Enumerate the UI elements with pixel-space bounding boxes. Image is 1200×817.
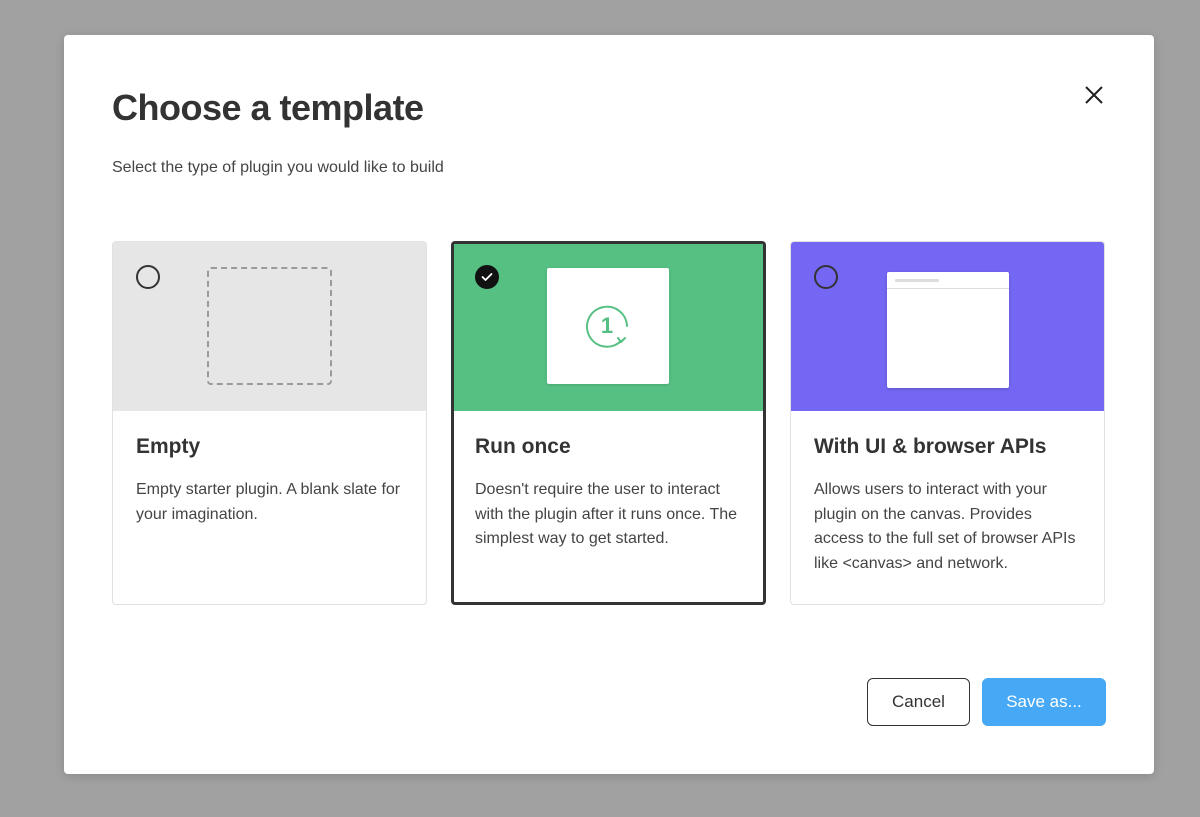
close-icon — [1085, 86, 1103, 104]
template-card-with-ui[interactable]: With UI & browser APIs Allows users to i… — [790, 241, 1105, 605]
template-card-empty[interactable]: Empty Empty starter plugin. A blank slat… — [112, 241, 427, 605]
run-once-icon: 1 — [586, 305, 628, 348]
radio-button-run-once[interactable] — [475, 265, 499, 289]
choose-template-dialog: Choose a template Select the type of plu… — [64, 35, 1154, 774]
radio-button-with-ui[interactable] — [814, 265, 838, 289]
checkmark-icon — [481, 273, 493, 281]
window-bar-divider — [887, 288, 1009, 289]
save-as-button[interactable]: Save as... — [982, 678, 1106, 726]
card-banner — [113, 242, 426, 411]
card-banner — [791, 242, 1104, 411]
card-description: Allows users to interact with your plugi… — [814, 481, 1076, 572]
run-once-preview: 1 — [547, 268, 669, 384]
card-title: With UI & browser APIs — [814, 435, 1047, 458]
cancel-button[interactable]: Cancel — [867, 678, 970, 726]
dialog-title: Choose a template — [112, 87, 424, 128]
dialog-subtitle: Select the type of plugin you would like… — [112, 159, 444, 176]
card-banner: 1 — [454, 244, 763, 411]
radio-button-empty[interactable] — [136, 265, 160, 289]
card-description: Doesn't require the user to interact wit… — [475, 481, 738, 547]
dashed-square-icon — [207, 267, 332, 385]
template-options: Empty Empty starter plugin. A blank slat… — [112, 241, 1106, 605]
run-once-icon-label: 1 — [601, 313, 613, 338]
window-title-line — [895, 279, 939, 282]
template-card-run-once[interactable]: 1 Run once Doesn't require the user to i… — [451, 241, 766, 605]
card-title: Run once — [475, 435, 571, 458]
window-icon — [887, 272, 1009, 388]
card-title: Empty — [136, 435, 201, 458]
close-button[interactable] — [1082, 83, 1106, 107]
card-description: Empty starter plugin. A blank slate for … — [136, 481, 401, 523]
